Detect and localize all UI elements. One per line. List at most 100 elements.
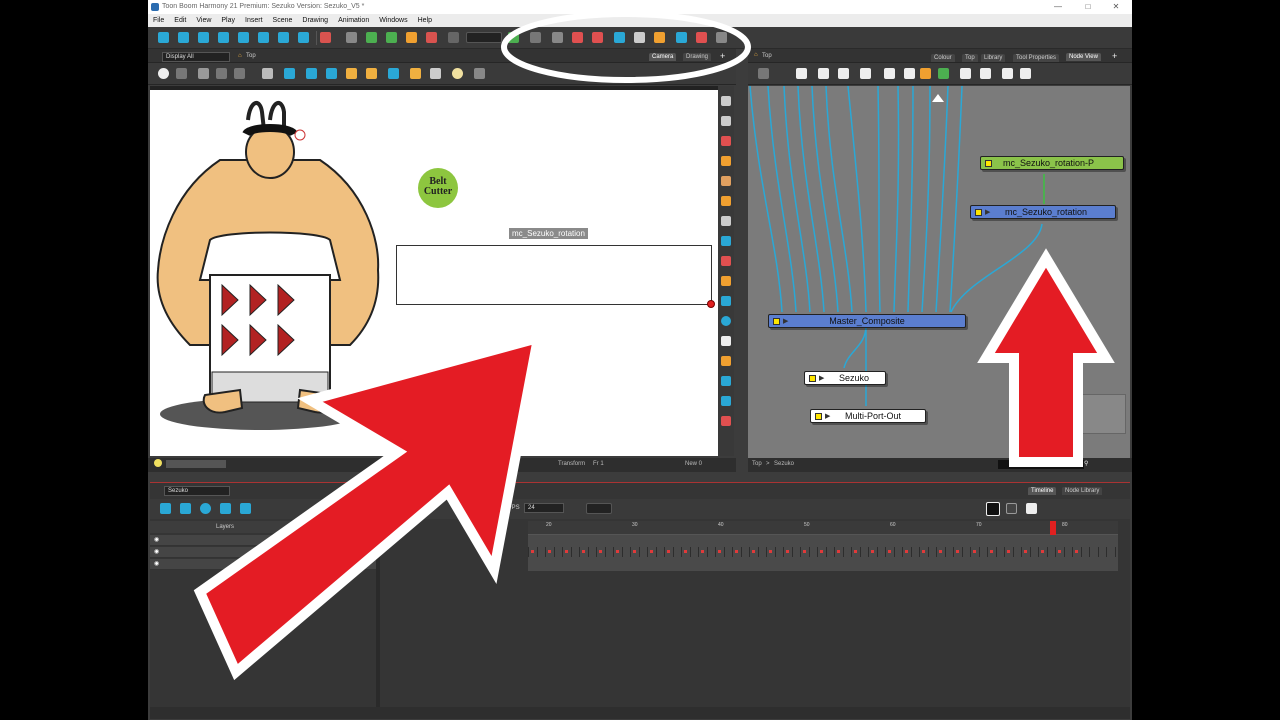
path-root[interactable]: Top	[752, 458, 762, 470]
deform-icon[interactable]	[696, 32, 707, 43]
frame-cell[interactable]	[927, 547, 936, 557]
rotate-tool-icon[interactable]	[178, 32, 189, 43]
settings-gear-icon[interactable]	[530, 32, 541, 43]
keyframe-marker[interactable]	[548, 550, 551, 553]
keyframe-marker[interactable]	[803, 550, 806, 553]
camera-canvas[interactable]: Belt Cutter mc_Sezuko_rotation	[150, 86, 718, 456]
keyframe-marker[interactable]	[650, 550, 653, 553]
menu-scene[interactable]: Scene	[268, 14, 298, 27]
expand-arrow-icon[interactable]: ▶	[783, 318, 788, 326]
close-button[interactable]: ✕	[1106, 0, 1126, 14]
frame-field[interactable]	[586, 503, 612, 514]
reposition-person-icon[interactable]	[614, 32, 625, 43]
function-icon[interactable]	[634, 32, 645, 43]
brush-icon[interactable]	[410, 68, 421, 79]
node-tool-1-icon[interactable]	[758, 68, 769, 79]
network-icon[interactable]	[796, 68, 807, 79]
frame-cell[interactable]	[876, 547, 885, 557]
frame-cell[interactable]	[842, 547, 851, 557]
light-bulb-icon[interactable]	[452, 68, 463, 79]
node-peg-parent[interactable]: mc_Sezuko_rotation-P	[980, 156, 1124, 170]
animate-tool-icon[interactable]	[158, 32, 169, 43]
node-multi-port-out[interactable]: ▶ Multi-Port-Out	[810, 409, 926, 423]
frame-cell[interactable]	[587, 547, 596, 557]
eraser-tool-icon[interactable]	[721, 176, 731, 186]
tab-tool-properties[interactable]: Tool Properties	[1013, 54, 1060, 62]
eye-icon[interactable]: ◉	[154, 548, 159, 555]
sound-scrub-icon[interactable]	[240, 503, 251, 514]
keyframe-marker[interactable]	[565, 550, 568, 553]
playhead[interactable]	[1050, 521, 1056, 535]
hierarchy-icon[interactable]	[386, 32, 397, 43]
peg-pivot-handle[interactable]	[707, 300, 715, 308]
keyframe-marker[interactable]	[1007, 550, 1010, 553]
keyframe-marker[interactable]	[990, 550, 993, 553]
navigator-icon[interactable]	[884, 68, 895, 79]
camera-breadcrumb[interactable]: Top	[246, 53, 256, 59]
skew-tool-icon[interactable]	[218, 32, 229, 43]
eye-icon[interactable]: ◉	[154, 560, 159, 567]
peg-bounding-box[interactable]	[396, 245, 712, 305]
frame-cell[interactable]	[604, 547, 613, 557]
keyframe-marker[interactable]	[871, 550, 874, 553]
deformer-grid-icon[interactable]	[592, 32, 603, 43]
keyframe-marker[interactable]	[735, 550, 738, 553]
rectangle-tool-icon[interactable]	[721, 236, 731, 246]
frame-cell[interactable]	[1080, 547, 1089, 557]
group-icon[interactable]	[818, 68, 829, 79]
hand-tool-icon[interactable]	[721, 336, 731, 346]
display-dropdown[interactable]: Display All	[162, 52, 230, 62]
grid-toggle-icon[interactable]	[448, 32, 459, 43]
menu-animation[interactable]: Animation	[333, 14, 374, 27]
keyframe-marker[interactable]	[1041, 550, 1044, 553]
keyframe-marker[interactable]	[922, 550, 925, 553]
loop-icon[interactable]	[200, 503, 211, 514]
eye-icon[interactable]: ◉	[154, 536, 159, 543]
light-bulb-icon[interactable]	[154, 459, 162, 467]
frame-cell[interactable]	[910, 547, 919, 557]
brush-tool-icon[interactable]	[721, 136, 731, 146]
keyframe-marker[interactable]	[905, 550, 908, 553]
menu-edit[interactable]: Edit	[169, 14, 191, 27]
menu-file[interactable]: File	[148, 14, 169, 27]
scene-dropdown[interactable]: Sezuko	[164, 486, 230, 496]
unlock-icon[interactable]	[366, 68, 377, 79]
node-enable-toggle[interactable]	[815, 413, 822, 420]
node-view-canvas[interactable]: mc_Sezuko_rotation-P ▶ mc_Sezuko_rotatio…	[748, 86, 1130, 458]
frame-cell[interactable]	[757, 547, 766, 557]
tab-node-view[interactable]: Node View	[1066, 53, 1101, 61]
wand-icon[interactable]	[676, 32, 687, 43]
frame-cell[interactable]	[1063, 547, 1072, 557]
keyframe-marker[interactable]	[1075, 550, 1078, 553]
display-icon[interactable]	[980, 68, 991, 79]
add-view-icon[interactable]: +	[720, 51, 725, 61]
keyframe-marker[interactable]	[718, 550, 721, 553]
keyframe-marker[interactable]	[939, 550, 942, 553]
peg-icon[interactable]	[938, 68, 949, 79]
frame-cell[interactable]	[808, 547, 817, 557]
node-breadcrumb[interactable]: Top	[762, 53, 772, 59]
pencil-icon[interactable]	[430, 68, 441, 79]
frame-cell[interactable]	[1106, 547, 1114, 557]
pivot-tool-icon[interactable]	[721, 296, 731, 306]
expand-arrow-icon[interactable]: ▶	[819, 375, 824, 383]
frame-cell[interactable]	[1097, 547, 1106, 557]
frame-cell[interactable]	[1029, 547, 1038, 557]
safe-area-icon[interactable]	[284, 68, 295, 79]
rotate-view-icon[interactable]	[721, 316, 731, 326]
keyframe-marker[interactable]	[973, 550, 976, 553]
bone-tool-icon[interactable]	[320, 32, 331, 43]
frame-cell[interactable]	[553, 547, 562, 557]
keyframe-marker[interactable]	[616, 550, 619, 553]
minimize-button[interactable]: —	[1048, 0, 1068, 14]
dropper-tool-icon[interactable]	[721, 276, 731, 286]
maximize-button[interactable]: □	[1078, 0, 1098, 14]
frame-cell[interactable]	[723, 547, 732, 557]
frame-cell[interactable]	[655, 547, 664, 557]
frame-grid[interactable]	[528, 535, 1118, 571]
tab-colour[interactable]: Colour	[931, 54, 955, 62]
home-icon[interactable]: ⌂	[238, 53, 242, 59]
tab-node-library[interactable]: Node Library	[1062, 487, 1103, 495]
keyframe-marker[interactable]	[633, 550, 636, 553]
frame-cell[interactable]	[893, 547, 902, 557]
